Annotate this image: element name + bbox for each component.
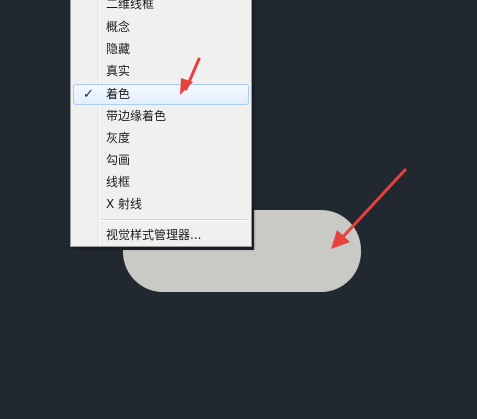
annotation-overlay bbox=[180, 57, 407, 249]
red-arrow-icon bbox=[331, 168, 407, 249]
red-arrow-icon bbox=[180, 57, 201, 95]
